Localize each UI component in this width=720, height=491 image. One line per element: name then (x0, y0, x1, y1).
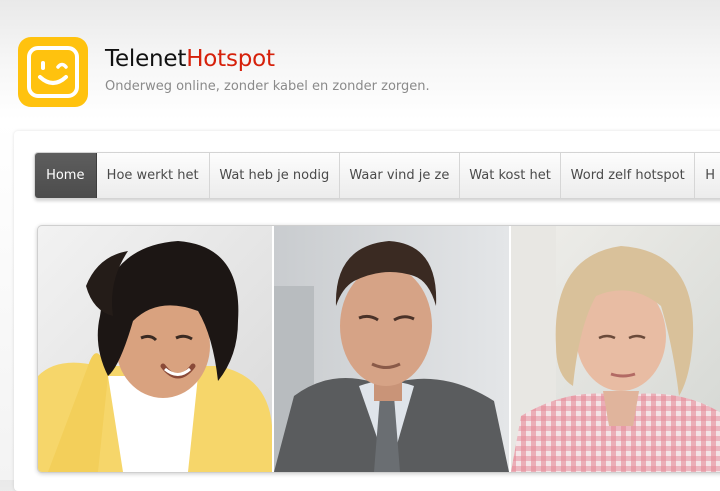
brand-title[interactable]: TelenetHotspot (105, 44, 275, 74)
brand-part-telenet: Telenet (105, 46, 187, 72)
nav-item-wat-heb-je-nodig[interactable]: Wat heb je nodig (210, 153, 340, 198)
nav-item-home[interactable]: Home (35, 153, 97, 198)
main-navigation: Home Hoe werkt het Wat heb je nodig Waar… (34, 152, 720, 199)
nav-item-word-zelf-hotspot[interactable]: Word zelf hotspot (561, 153, 696, 198)
telenet-logo-icon[interactable] (18, 37, 88, 107)
photo-smiling-woman (38, 226, 272, 472)
tagline: Onderweg online, zonder kabel en zonder … (105, 79, 430, 94)
banner-slider[interactable] (37, 225, 720, 473)
nav-item-truncated[interactable]: H (695, 153, 720, 198)
site-header: TelenetHotspot Onderweg online, zonder k… (0, 0, 720, 128)
brand-part-hotspot: Hotspot (186, 46, 275, 72)
nav-item-wat-kost-het[interactable]: Wat kost het (460, 153, 562, 198)
photo-blonde-woman (511, 226, 720, 472)
photo-man-in-suit (274, 226, 509, 472)
nav-item-waar-vind-je-ze[interactable]: Waar vind je ze (340, 153, 460, 198)
nav-item-hoe-werkt-het[interactable]: Hoe werkt het (97, 153, 210, 198)
